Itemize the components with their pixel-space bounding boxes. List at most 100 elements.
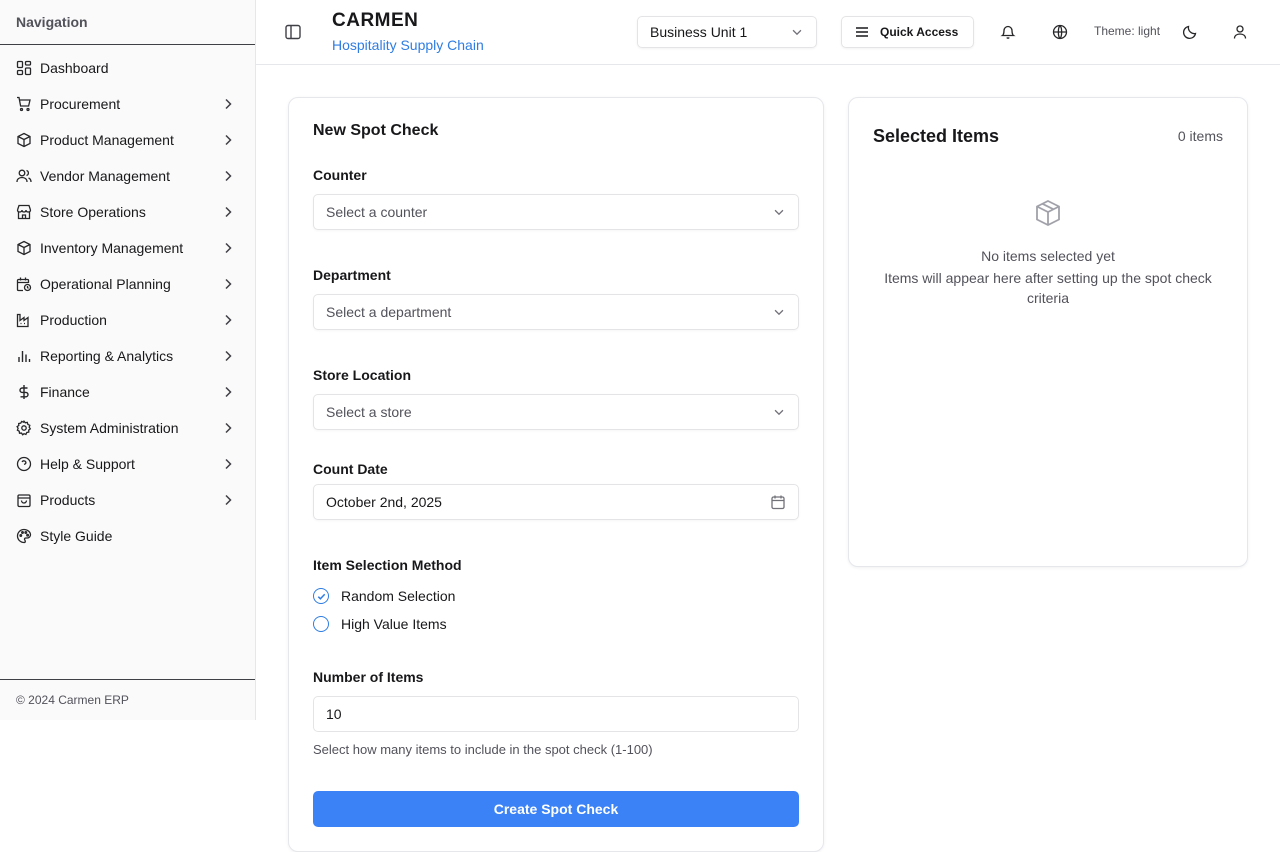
empty-state-description: Items will appear here after setting up … bbox=[884, 270, 1212, 306]
calendar-icon bbox=[771, 495, 785, 510]
sidebar-item-reporting-analytics[interactable]: Reporting & Analytics bbox=[0, 338, 255, 374]
sidebar-item-label: Dashboard bbox=[40, 60, 109, 76]
app-subtitle: Hospitality Supply Chain bbox=[332, 37, 484, 53]
spot-check-form: New Spot Check Counter Select a counter … bbox=[288, 97, 824, 852]
count-date-picker[interactable]: October 2nd, 2025 bbox=[313, 484, 799, 520]
radio-label: Random Selection bbox=[341, 588, 456, 604]
chevron-right-icon bbox=[225, 494, 232, 506]
package-icon bbox=[16, 240, 32, 256]
users-icon bbox=[16, 168, 32, 184]
menu-icon bbox=[856, 27, 868, 37]
chevron-down-icon bbox=[774, 309, 784, 316]
department-select[interactable]: Select a department bbox=[313, 294, 799, 330]
create-spot-check-button[interactable]: Create Spot Check bbox=[313, 791, 799, 827]
sidebar-item-label: Operational Planning bbox=[40, 276, 171, 292]
palette-icon bbox=[16, 528, 32, 544]
number-of-items-input[interactable]: 10 bbox=[313, 696, 799, 732]
count-date-label: Count Date bbox=[313, 461, 388, 477]
chevron-right-icon bbox=[225, 422, 232, 434]
sidebar-item-label: Finance bbox=[40, 384, 90, 400]
theme-label: Theme: light bbox=[1094, 24, 1161, 38]
sidebar-item-product-management[interactable]: Product Management bbox=[0, 122, 255, 158]
business-unit-select[interactable]: Business Unit 1 bbox=[637, 16, 817, 48]
selected-items-count: 0 items bbox=[1177, 128, 1223, 144]
sidebar-item-label: Procurement bbox=[40, 96, 121, 112]
sidebar-item-label: Reporting & Analytics bbox=[40, 348, 174, 364]
sidebar-item-label: Style Guide bbox=[40, 528, 113, 544]
sidebar-item-label: Help & Support bbox=[40, 456, 135, 472]
chevron-right-icon bbox=[225, 206, 232, 218]
sidebar-item-operational-planning[interactable]: Operational Planning bbox=[0, 266, 255, 302]
count-date-value: October 2nd, 2025 bbox=[326, 494, 442, 510]
store-placeholder: Select a store bbox=[326, 404, 412, 420]
factory-icon bbox=[16, 312, 32, 328]
selected-items-title: Selected Items bbox=[873, 126, 1000, 146]
sidebar-item-help-support[interactable]: Help & Support bbox=[0, 446, 255, 482]
sidebar-item-label: System Administration bbox=[40, 420, 179, 436]
sidebar-item-store-operations[interactable]: Store Operations bbox=[0, 194, 255, 230]
counter-select[interactable]: Select a counter bbox=[313, 194, 799, 230]
store-location-label: Store Location bbox=[313, 367, 412, 383]
sidebar-item-style-guide[interactable]: Style Guide bbox=[0, 518, 255, 554]
radio-unchecked-icon bbox=[313, 616, 329, 632]
radio-high-value-items[interactable]: High Value Items bbox=[313, 616, 447, 632]
sidebar-item-label: Production bbox=[40, 312, 107, 328]
department-placeholder: Select a department bbox=[326, 304, 452, 320]
chevron-right-icon bbox=[225, 458, 232, 470]
sidebar-item-label: Products bbox=[40, 492, 96, 508]
number-of-items-helper: Select how many items to include in the … bbox=[313, 742, 653, 757]
bell-icon[interactable] bbox=[1000, 24, 1016, 40]
chevron-right-icon bbox=[225, 98, 232, 110]
sidebar-item-products[interactable]: Products bbox=[0, 482, 255, 518]
user-icon[interactable] bbox=[1232, 24, 1248, 40]
selection-method-label: Item Selection Method bbox=[313, 557, 462, 573]
empty-state-title: No items selected yet bbox=[981, 248, 1115, 264]
sidebar-item-production[interactable]: Production bbox=[0, 302, 255, 338]
sidebar-item-procurement[interactable]: Procurement bbox=[0, 86, 255, 122]
quick-access-label: Quick Access bbox=[880, 25, 959, 39]
number-of-items-label: Number of Items bbox=[313, 669, 424, 685]
shopping-bag-icon bbox=[16, 492, 32, 508]
sidebar: Navigation Dashboard Procurement Product… bbox=[0, 0, 256, 720]
calendar-clock-icon bbox=[16, 276, 32, 292]
sidebar-item-inventory-management[interactable]: Inventory Management bbox=[0, 230, 255, 266]
sidebar-item-label: Product Management bbox=[40, 132, 174, 148]
form-title: New Spot Check bbox=[313, 122, 439, 139]
cart-icon bbox=[16, 96, 32, 112]
counter-placeholder: Select a counter bbox=[326, 204, 428, 220]
chevron-right-icon bbox=[225, 350, 232, 362]
chevron-right-icon bbox=[225, 386, 232, 398]
sidebar-footer: © 2024 Carmen ERP bbox=[0, 679, 255, 720]
store-location-select[interactable]: Select a store bbox=[313, 394, 799, 430]
sidebar-item-finance[interactable]: Finance bbox=[0, 374, 255, 410]
chevron-right-icon bbox=[225, 278, 232, 290]
app-title: CARMEN bbox=[332, 10, 419, 31]
sidebar-item-system-administration[interactable]: System Administration bbox=[0, 410, 255, 446]
sidebar-item-vendor-management[interactable]: Vendor Management bbox=[0, 158, 255, 194]
sidebar-toggle-icon[interactable] bbox=[284, 23, 302, 41]
quick-access-button[interactable]: Quick Access bbox=[841, 16, 974, 48]
business-unit-value: Business Unit 1 bbox=[650, 24, 748, 40]
chevron-down-icon bbox=[774, 209, 784, 216]
moon-icon[interactable] bbox=[1182, 24, 1198, 40]
radio-random-selection[interactable]: Random Selection bbox=[313, 588, 455, 604]
gear-icon bbox=[16, 420, 32, 436]
chevron-down-icon bbox=[792, 29, 802, 36]
dashboard-icon bbox=[16, 60, 32, 76]
store-icon bbox=[16, 204, 32, 220]
package-icon bbox=[16, 132, 32, 148]
sidebar-item-dashboard[interactable]: Dashboard bbox=[0, 50, 255, 86]
bar-chart-icon bbox=[16, 348, 32, 364]
department-label: Department bbox=[313, 267, 391, 283]
chevron-right-icon bbox=[225, 134, 232, 146]
radio-label: High Value Items bbox=[341, 616, 447, 632]
globe-icon[interactable] bbox=[1052, 24, 1068, 40]
sidebar-item-label: Vendor Management bbox=[40, 168, 170, 184]
sidebar-nav: Dashboard Procurement Product Management… bbox=[0, 45, 255, 554]
dollar-icon bbox=[16, 384, 32, 400]
chevron-right-icon bbox=[225, 314, 232, 326]
package-icon bbox=[1036, 199, 1060, 227]
sidebar-header: Navigation bbox=[0, 0, 255, 45]
sidebar-item-label: Store Operations bbox=[40, 204, 146, 220]
radio-checked-icon bbox=[313, 588, 329, 604]
